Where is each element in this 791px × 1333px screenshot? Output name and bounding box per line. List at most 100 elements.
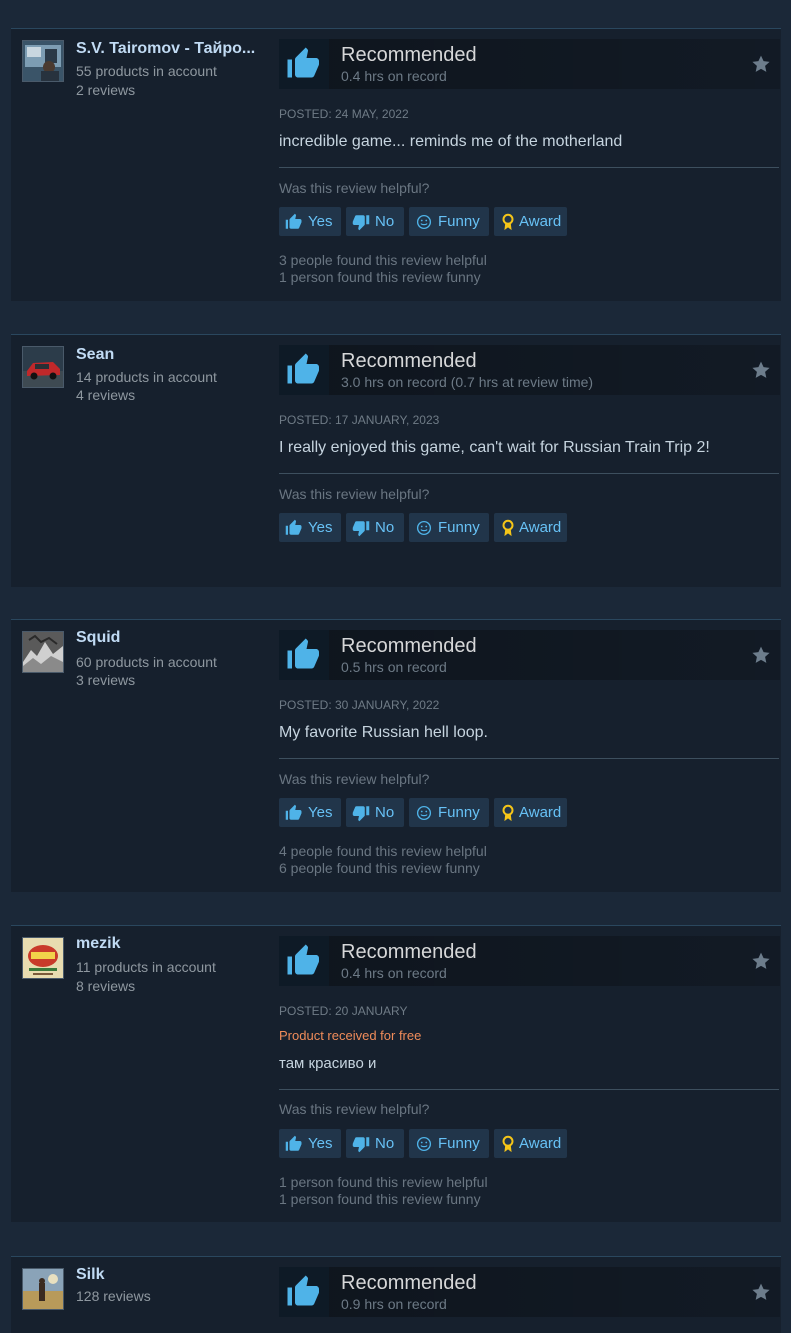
review-header: Recommended 0.5 hrs on record — [279, 630, 780, 680]
thumbs-down-icon — [352, 804, 370, 822]
helpful-question: Was this review helpful? — [279, 180, 430, 196]
award-button[interactable]: Award — [494, 798, 567, 827]
vote-funny-label: Funny — [438, 519, 480, 536]
user-name[interactable]: S.V. Tairomov - Тайрo... — [76, 40, 256, 58]
vote-yes-label: Yes — [308, 519, 333, 536]
thumbs-down-icon — [352, 213, 370, 231]
thumbs-up-icon — [285, 519, 303, 537]
vote-no-button[interactable]: No — [346, 207, 404, 236]
thumbs-down-icon — [352, 519, 370, 537]
review-verdict[interactable]: Recommended — [341, 635, 477, 658]
award-label: Award — [519, 519, 562, 536]
vote-funny-button[interactable]: Funny — [409, 798, 489, 827]
award-label: Award — [519, 213, 562, 230]
thumbs-up-icon — [279, 1267, 329, 1317]
review-verdict[interactable]: Recommended — [341, 1272, 477, 1295]
vote-yes-button[interactable]: Yes — [279, 798, 341, 827]
award-button[interactable]: Award — [494, 1129, 567, 1158]
review-text: My favorite Russian hell loop. — [279, 724, 488, 741]
award-label: Award — [519, 804, 562, 821]
award-ribbon-icon — [500, 519, 516, 537]
award-label: Award — [519, 1135, 562, 1152]
reviews-count[interactable]: 2 reviews — [76, 82, 135, 98]
vote-funny-button[interactable]: Funny — [409, 1129, 489, 1158]
vote-yes-button[interactable]: Yes — [279, 513, 341, 542]
smiley-icon — [415, 804, 433, 822]
helpful-question: Was this review helpful? — [279, 771, 430, 787]
products-count[interactable]: 11 products in account — [76, 959, 216, 975]
funny-count: 1 person found this review funny — [279, 1191, 481, 1207]
thumbs-up-icon — [279, 936, 329, 986]
review-header: Recommended 3.0 hrs on record (0.7 hrs a… — [279, 345, 780, 395]
star-icon[interactable] — [751, 54, 771, 79]
review-text: I really enjoyed this game, can't wait f… — [279, 439, 710, 456]
review-text: там красиво и — [279, 1055, 377, 1072]
review-verdict[interactable]: Recommended — [341, 44, 477, 67]
vote-no-label: No — [375, 213, 395, 230]
avatar[interactable] — [22, 937, 64, 979]
review-hours: 3.0 hrs on record (0.7 hrs at review tim… — [341, 374, 594, 390]
reviews-count[interactable]: 8 reviews — [76, 978, 135, 994]
star-icon[interactable] — [751, 1282, 771, 1307]
vote-no-button[interactable]: No — [346, 798, 404, 827]
products-count[interactable]: 60 products in account — [76, 654, 217, 670]
award-ribbon-icon — [500, 804, 516, 822]
divider — [279, 758, 779, 759]
smiley-icon — [415, 213, 433, 231]
review-verdict[interactable]: Recommended — [341, 350, 477, 373]
vote-funny-button[interactable]: Funny — [409, 207, 489, 236]
review-hours: 0.5 hrs on record — [341, 659, 447, 675]
avatar[interactable] — [22, 346, 64, 388]
vote-no-button[interactable]: No — [346, 513, 404, 542]
avatar[interactable] — [22, 40, 64, 82]
helpful-count: 1 person found this review helpful — [279, 1174, 488, 1190]
review-hours: 0.4 hrs on record — [341, 965, 447, 981]
smiley-icon — [415, 1135, 433, 1153]
award-button[interactable]: Award — [494, 513, 567, 542]
award-ribbon-icon — [500, 1135, 516, 1153]
received-free-label: Product received for free — [279, 1028, 422, 1043]
review-hours: 0.9 hrs on record — [341, 1296, 447, 1312]
vote-funny-button[interactable]: Funny — [409, 513, 489, 542]
star-icon[interactable] — [751, 360, 771, 385]
vote-funny-label: Funny — [438, 1135, 480, 1152]
user-name[interactable]: mezik — [76, 935, 256, 953]
thumbs-up-icon — [285, 1135, 303, 1153]
review-hours: 0.4 hrs on record — [341, 68, 447, 84]
reviews-count[interactable]: 4 reviews — [76, 387, 135, 403]
posted-date: POSTED: 24 MAY, 2022 — [279, 107, 409, 121]
helpful-count: 3 people found this review helpful — [279, 252, 487, 268]
posted-date: POSTED: 17 JANUARY, 2023 — [279, 413, 440, 427]
thumbs-up-icon — [279, 345, 329, 395]
star-icon[interactable] — [751, 645, 771, 670]
award-button[interactable]: Award — [494, 207, 567, 236]
review-header: Recommended 0.4 hrs on record — [279, 39, 780, 89]
vote-no-button[interactable]: No — [346, 1129, 404, 1158]
products-count[interactable]: 14 products in account — [76, 369, 217, 385]
helpful-count: 4 people found this review helpful — [279, 843, 487, 859]
divider — [279, 167, 779, 168]
products-count[interactable]: 55 products in account — [76, 63, 217, 79]
funny-count: 1 person found this review funny — [279, 269, 481, 285]
divider — [279, 1089, 779, 1090]
user-name[interactable]: Squid — [76, 629, 256, 647]
user-name[interactable]: Sean — [76, 346, 256, 364]
avatar[interactable] — [22, 631, 64, 673]
posted-date: POSTED: 20 JANUARY — [279, 1004, 408, 1018]
reviews-count[interactable]: 128 reviews — [76, 1288, 151, 1304]
divider — [279, 473, 779, 474]
posted-date: POSTED: 30 JANUARY, 2022 — [279, 698, 440, 712]
vote-yes-button[interactable]: Yes — [279, 207, 341, 236]
review-card: Sean 14 products in account 4 reviews Re… — [11, 334, 781, 587]
avatar[interactable] — [22, 1268, 64, 1310]
vote-funny-label: Funny — [438, 213, 480, 230]
thumbs-up-icon — [279, 39, 329, 89]
user-name[interactable]: Silk — [76, 1266, 256, 1284]
vote-no-label: No — [375, 804, 395, 821]
review-verdict[interactable]: Recommended — [341, 941, 477, 964]
helpful-question: Was this review helpful? — [279, 486, 430, 502]
reviews-count[interactable]: 3 reviews — [76, 672, 135, 688]
star-icon[interactable] — [751, 951, 771, 976]
vote-yes-button[interactable]: Yes — [279, 1129, 341, 1158]
review-text: incredible game... reminds me of the mot… — [279, 133, 623, 150]
